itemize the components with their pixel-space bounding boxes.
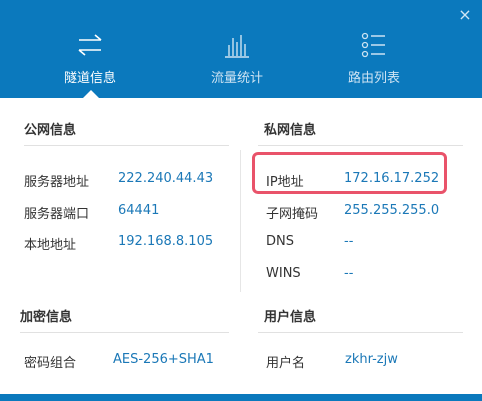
- transfer-arrows-icon: [78, 34, 102, 56]
- dns-value: --: [344, 234, 354, 249]
- close-icon[interactable]: ×: [456, 6, 474, 24]
- dns-label: DNS: [266, 234, 294, 249]
- tab-label: 隧道信息: [63, 71, 116, 86]
- local-address-label: 本地地址: [24, 238, 77, 253]
- wins-label: WINS: [266, 266, 301, 281]
- subnet-mask-label: 子网掩码: [266, 207, 319, 222]
- divider: [20, 332, 229, 333]
- tab-label: 流量统计: [210, 71, 263, 86]
- tab-tunnel-info[interactable]: 隧道信息: [30, 30, 150, 92]
- tab-traffic-stats[interactable]: 流量统计: [177, 30, 297, 92]
- server-port-value: 64441: [118, 203, 160, 218]
- username-label: 用户名: [266, 356, 306, 371]
- public-network-title: 公网信息: [24, 123, 77, 138]
- tab-label: 路由列表: [347, 71, 400, 86]
- server-address-value: 222.240.44.43: [118, 171, 214, 186]
- server-port-label: 服务器端口: [24, 207, 90, 222]
- active-tab-pointer: [82, 90, 100, 99]
- server-address-label: 服务器地址: [24, 175, 90, 190]
- wins-value: --: [344, 266, 354, 281]
- cipher-suite-label: 密码组合: [24, 356, 77, 371]
- bottom-bar: [0, 394, 482, 401]
- column-divider: [240, 150, 241, 292]
- ip-highlight-box: [252, 152, 447, 194]
- cipher-suite-value: AES-256+SHA1: [113, 352, 214, 367]
- list-icon: [361, 32, 385, 58]
- username-value: zkhr-zjw: [345, 352, 398, 367]
- subnet-mask-value: 255.255.255.0: [344, 203, 440, 218]
- tab-route-list[interactable]: 路由列表: [314, 30, 434, 92]
- private-network-title: 私网信息: [264, 123, 317, 138]
- header-bar: × 隧道信息 流量统计 路由列表: [0, 0, 482, 99]
- divider: [258, 145, 463, 146]
- user-info-title: 用户信息: [264, 310, 317, 325]
- divider: [24, 145, 229, 146]
- bar-chart-icon: [225, 35, 249, 58]
- local-address-value: 192.168.8.105: [118, 234, 214, 249]
- divider: [258, 332, 463, 333]
- encryption-title: 加密信息: [20, 310, 73, 325]
